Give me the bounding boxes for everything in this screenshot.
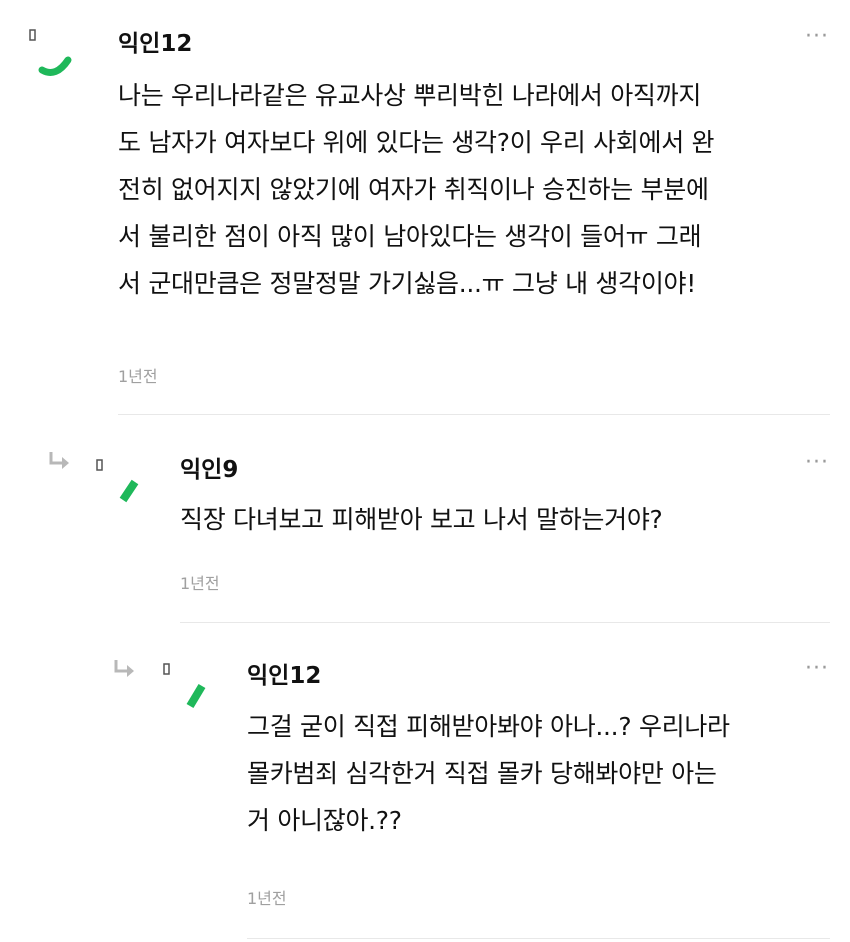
marker-icon (96, 456, 103, 471)
more-options-icon[interactable]: ··· (805, 26, 829, 48)
comment-line: 전히 없어지지 않았기에 여자가 취직이나 승진하는 부분에 (118, 175, 709, 204)
timestamp: 1년전 (118, 367, 158, 386)
reply-item: 익인9 ··· 직장 다녀보고 피해받아 보고 나서 말하는거야? 1년전 (0, 430, 850, 630)
divider (180, 622, 830, 623)
more-options-icon[interactable]: ··· (805, 658, 829, 680)
comment-text: 그걸 굳이 직접 피해받아봐야 아나...? 우리나라 몰카범죄 심각한거 직접… (247, 703, 730, 844)
avatar[interactable] (105, 470, 165, 530)
comment-text: 나는 우리나라같은 유교사상 뿌리박힌 나라에서 아직까지 도 남자가 여자보다… (118, 72, 715, 307)
marker-icon (163, 660, 170, 675)
marker-icon (29, 26, 36, 41)
comment-text: 직장 다녀보고 피해받아 보고 나서 말하는거야? (180, 496, 663, 543)
reply-item: 익인12 ··· 그걸 굳이 직접 피해받아봐야 아나...? 우리나라 몰카범… (0, 640, 850, 942)
username[interactable]: 익인9 (180, 450, 238, 484)
comment-line: 직장 다녀보고 피해받아 보고 나서 말하는거야? (180, 505, 663, 534)
comment-line: 그걸 굳이 직접 피해받아봐야 아나...? 우리나라 (247, 712, 730, 741)
comment-line: 도 남자가 여자보다 위에 있다는 생각?이 우리 사회에서 완 (118, 128, 715, 157)
comment-item: 익인12 ··· 나는 우리나라같은 유교사상 뿌리박힌 나라에서 아직까지 도… (0, 0, 850, 420)
reply-arrow-icon (48, 450, 72, 472)
reply-arrow-icon (113, 658, 137, 680)
more-options-icon[interactable]: ··· (805, 452, 829, 474)
comment-line: 서 불리한 점이 아직 많이 남아있다는 생각이 들어ㅠ 그래 (118, 222, 702, 251)
comment-line: 거 아니잖아.?? (247, 806, 402, 835)
avatar[interactable] (172, 674, 232, 734)
divider (118, 414, 830, 415)
comment-line: 서 군대만큼은 정말정말 가기싫음...ㅠ 그냥 내 생각이야! (118, 269, 696, 298)
username[interactable]: 익인12 (247, 656, 321, 690)
divider (247, 938, 830, 939)
comment-line: 나는 우리나라같은 유교사상 뿌리박힌 나라에서 아직까지 (118, 81, 702, 110)
avatar[interactable] (30, 38, 90, 98)
timestamp: 1년전 (247, 889, 287, 908)
username[interactable]: 익인12 (118, 24, 192, 58)
timestamp: 1년전 (180, 574, 220, 593)
comment-line: 몰카범죄 심각한거 직접 몰카 당해봐야만 아는 (247, 759, 717, 788)
